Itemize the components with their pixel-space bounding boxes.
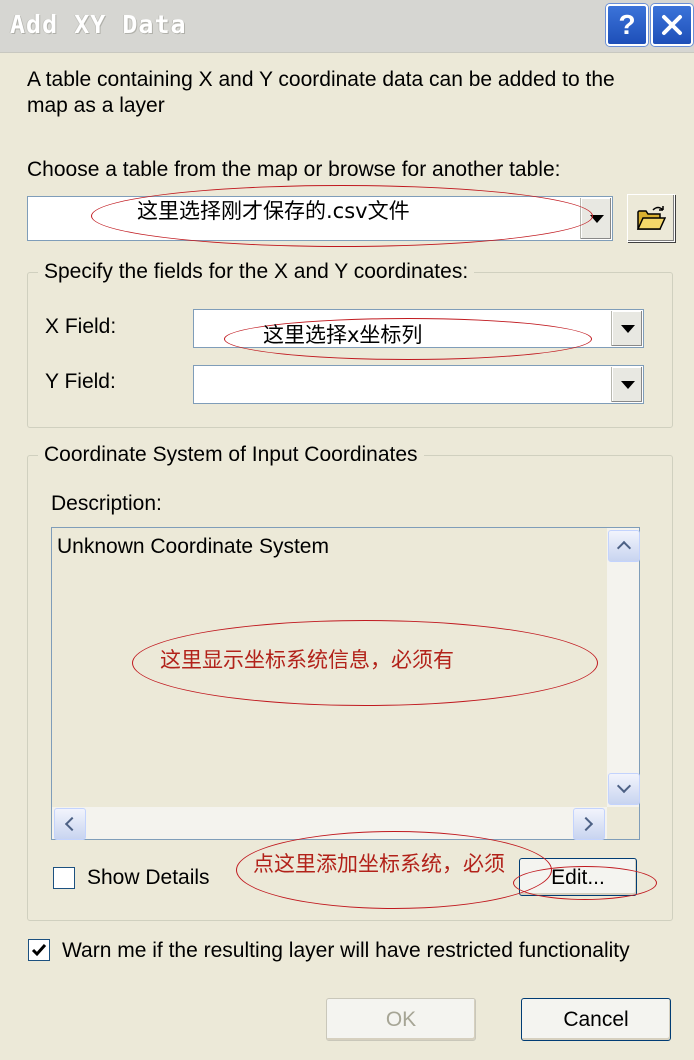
chevron-down-icon[interactable] xyxy=(611,311,642,346)
scroll-down-icon[interactable] xyxy=(608,773,640,805)
warn-checkbox[interactable] xyxy=(28,939,50,961)
y-field-label: Y Field: xyxy=(45,370,116,393)
ok-button[interactable]: OK xyxy=(326,998,476,1041)
xy-group-title: Specify the fields for the X and Y coord… xyxy=(38,259,475,285)
close-icon xyxy=(662,15,682,35)
edit-button-ellipse xyxy=(513,866,657,900)
chevron-down-icon[interactable] xyxy=(611,367,642,402)
scroll-up-icon[interactable] xyxy=(608,530,640,562)
x-field-label: X Field: xyxy=(45,315,117,338)
description-label: Description: xyxy=(51,492,162,515)
checkmark-icon xyxy=(31,944,47,957)
help-button[interactable]: ? xyxy=(606,4,648,46)
intro-text: A table containing X and Y coordinate da… xyxy=(27,68,615,117)
scroll-left-icon[interactable] xyxy=(54,808,86,840)
y-field-combo[interactable] xyxy=(193,365,644,404)
edit-annotation: 点这里添加坐标系统，必须 xyxy=(253,852,505,876)
vertical-scrollbar[interactable] xyxy=(607,528,640,807)
title-bar: Add XY Data ? xyxy=(0,0,694,53)
desc-annotation: 这里显示坐标系统信息，必须有 xyxy=(160,648,454,672)
browse-button[interactable] xyxy=(627,194,675,242)
scroll-corner xyxy=(607,807,639,839)
scroll-right-icon[interactable] xyxy=(573,808,605,840)
help-icon: ? xyxy=(618,9,636,40)
description-text: Unknown Coordinate System xyxy=(57,535,329,558)
show-details-checkbox[interactable] xyxy=(53,867,75,889)
show-details-label: Show Details xyxy=(87,866,210,889)
x-annotation: 这里选择x坐标列 xyxy=(263,323,423,347)
warn-label: Warn me if the resulting layer will have… xyxy=(62,939,630,962)
choose-table-label: Choose a table from the map or browse fo… xyxy=(27,158,561,181)
table-annotation: 这里选择刚才保存的.csv文件 xyxy=(137,199,410,223)
cancel-button[interactable]: Cancel xyxy=(521,998,671,1041)
close-button[interactable] xyxy=(651,4,693,46)
window-title: Add XY Data xyxy=(10,10,187,39)
coord-group-title: Coordinate System of Input Coordinates xyxy=(38,442,424,468)
open-folder-icon xyxy=(636,206,666,230)
